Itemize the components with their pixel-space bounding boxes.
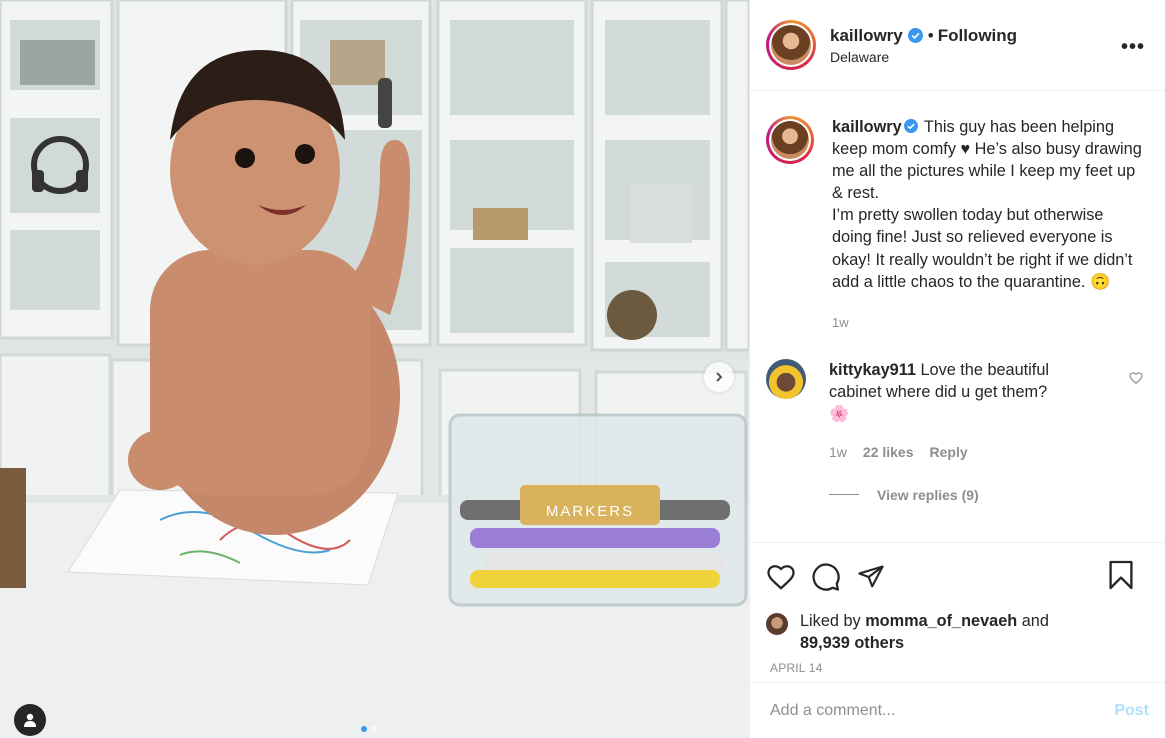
reply-button[interactable]: Reply <box>930 441 968 463</box>
comment-item: kittykay911 Love the beautiful cabinet w… <box>766 358 1149 463</box>
liked-by-prefix: Liked by <box>800 612 861 630</box>
instagram-post-view: MARKERS kaillowry • Following Delaware •… <box>0 0 1165 738</box>
add-comment-bar: Post <box>750 682 1165 738</box>
post-caption: kaillowry This guy has been helping keep… <box>766 91 1149 334</box>
verified-badge-icon <box>903 119 918 133</box>
bookmark-icon <box>1109 560 1133 590</box>
post-header: kaillowry • Following Delaware ••• <box>750 0 1165 91</box>
post-photo[interactable]: MARKERS <box>0 0 749 738</box>
heart-icon <box>767 564 795 590</box>
view-replies-label: View replies (9) <box>877 486 979 503</box>
comment-button[interactable] <box>810 562 842 592</box>
tagged-users-button[interactable] <box>14 704 46 736</box>
photo-scene: MARKERS <box>0 0 749 738</box>
user-icon <box>24 713 36 727</box>
following-button[interactable]: Following <box>938 26 1017 46</box>
comment-time[interactable]: 1w <box>829 441 847 463</box>
comment-input[interactable] <box>770 701 1115 720</box>
carousel-dot <box>371 726 377 732</box>
chevron-right-icon <box>716 372 723 382</box>
author-username[interactable]: kaillowry <box>830 26 903 46</box>
comment-icon <box>812 562 840 591</box>
replies-divider <box>829 494 859 496</box>
next-photo-button[interactable] <box>704 362 734 392</box>
header-separator: • <box>927 25 934 45</box>
more-options-button[interactable]: ••• <box>1121 36 1145 59</box>
view-replies-button[interactable]: View replies (9) <box>829 487 1149 503</box>
marker-box-label: MARKERS <box>546 503 634 520</box>
liked-by-and: and <box>1021 612 1049 630</box>
liked-by-others[interactable]: 89,939 others <box>800 634 904 652</box>
comment-emoji: 🌸 <box>829 404 850 423</box>
author-avatar[interactable] <box>766 20 816 70</box>
save-button[interactable] <box>1108 559 1134 591</box>
carousel-indicator <box>361 726 377 732</box>
author-info: kaillowry • Following Delaware <box>830 26 1017 65</box>
like-comment-heart-icon[interactable] <box>1129 371 1143 385</box>
commenter-username[interactable]: kittykay911 <box>829 361 916 379</box>
share-button[interactable] <box>856 563 886 591</box>
comments-section[interactable]: kaillowry This guy has been helping keep… <box>750 91 1165 542</box>
post-date[interactable]: APRIL 14 <box>750 661 1165 675</box>
post-location[interactable]: Delaware <box>830 49 1017 65</box>
share-icon <box>858 564 884 587</box>
caption-avatar[interactable] <box>766 116 814 164</box>
post-actions-bar <box>750 542 1165 610</box>
comment-likes[interactable]: 22 likes <box>863 441 914 463</box>
liked-by-user[interactable]: momma_of_nevaeh <box>865 612 1017 630</box>
like-button[interactable] <box>766 563 796 591</box>
caption-time[interactable]: 1w <box>832 312 1142 334</box>
liker-avatar[interactable] <box>766 613 788 635</box>
verified-badge-icon <box>907 28 923 43</box>
caption-username[interactable]: kaillowry <box>832 118 902 136</box>
post-comment-button[interactable]: Post <box>1114 702 1149 720</box>
comment-meta: 1w 22 likes Reply <box>829 441 1089 463</box>
post-side-panel: kaillowry • Following Delaware ••• kaill… <box>749 0 1165 738</box>
caption-text: This guy has been helping keep mom comfy… <box>832 118 1142 291</box>
carousel-dot-active <box>361 726 367 732</box>
commenter-avatar[interactable] <box>766 358 806 399</box>
likes-summary: Liked by momma_of_nevaeh and 89,939 othe… <box>750 610 1165 654</box>
